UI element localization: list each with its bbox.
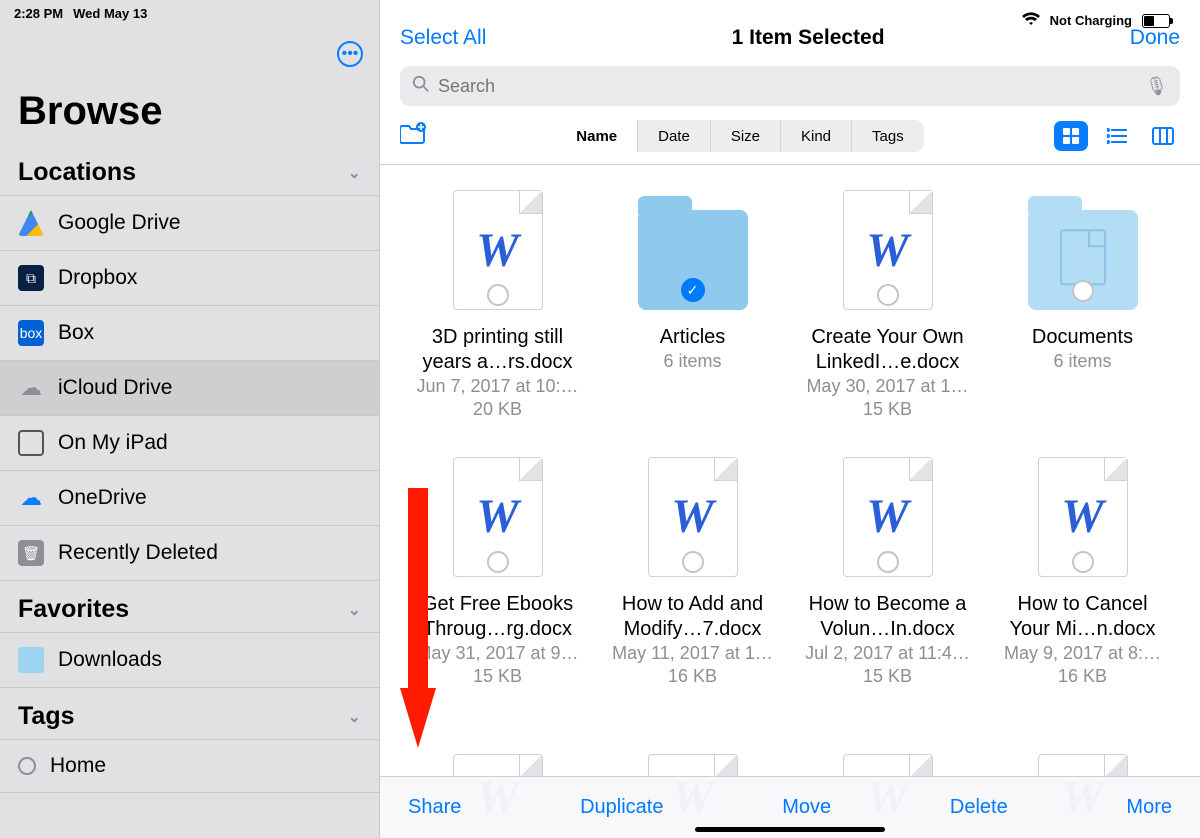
cloud-download-icon: ☁︎ — [524, 195, 540, 215]
trash-icon: 🗑 — [18, 540, 44, 566]
file-item[interactable]: W☁︎ How to Become a Volun…In.docx Jul 2,… — [800, 452, 975, 689]
more-button[interactable]: More — [1126, 796, 1172, 819]
sort-date[interactable]: Date — [638, 120, 711, 152]
home-indicator[interactable] — [695, 827, 885, 832]
sort-tags[interactable]: Tags — [852, 120, 924, 152]
folder-icon: ✓ — [638, 210, 748, 310]
icloud-icon: ☁︎ — [18, 375, 44, 401]
file-item[interactable]: W☁︎ 3D printing still years a…rs.docx Ju… — [410, 185, 585, 422]
column-view-button[interactable] — [1146, 121, 1180, 151]
word-doc-icon: W — [1061, 489, 1104, 544]
browse-title: Browse — [0, 71, 379, 158]
word-doc-icon: W — [866, 489, 909, 544]
sidebar-item-dropbox[interactable]: ⧉ Dropbox — [0, 251, 379, 306]
folder-icon — [1028, 210, 1138, 310]
search-input[interactable] — [438, 76, 1145, 97]
status-date: Wed May 13 — [73, 6, 147, 21]
file-item[interactable]: W☁︎ How to Cancel Your Mi…n.docx May 9, … — [995, 452, 1170, 689]
document-ghost-icon — [1060, 229, 1106, 285]
chevron-down-icon: ⌄ — [348, 600, 361, 620]
search-bar[interactable]: 🎙 — [400, 66, 1180, 106]
sort-name[interactable]: Name — [556, 120, 638, 152]
main-panel: Not Charging Select All 1 Item Selected … — [380, 0, 1200, 838]
word-doc-icon: W — [476, 489, 519, 544]
delete-button[interactable]: Delete — [950, 796, 1008, 819]
sidebar-item-onedrive[interactable]: ☁ OneDrive — [0, 471, 379, 526]
cloud-download-icon: ☁︎ — [1109, 757, 1125, 777]
word-doc-icon: W — [671, 489, 714, 544]
selection-circle[interactable] — [1072, 551, 1094, 573]
checkmark-icon: ✓ — [681, 278, 705, 302]
search-icon — [412, 75, 430, 98]
tag-circle-icon — [18, 757, 36, 775]
locations-header[interactable]: Locations ⌄ — [0, 158, 379, 196]
cloud-download-icon: ☁︎ — [524, 462, 540, 482]
selection-circle[interactable] — [487, 284, 509, 306]
file-item[interactable]: W Create Your Own LinkedI…e.docx May 30,… — [800, 185, 975, 422]
selection-circle[interactable] — [682, 551, 704, 573]
cloud-download-icon: ☁︎ — [914, 462, 930, 482]
share-button[interactable]: Share — [408, 796, 461, 819]
downloads-folder-icon — [18, 647, 44, 673]
duplicate-button[interactable]: Duplicate — [580, 796, 663, 819]
file-item[interactable]: W☁︎ How to Add and Modify…7.docx May 11,… — [605, 452, 780, 689]
sidebar-item-google-drive[interactable]: Google Drive — [0, 196, 379, 251]
box-icon: box — [18, 320, 44, 346]
mic-icon[interactable]: 🎙 — [1145, 76, 1168, 97]
cloud-download-icon: ☁︎ — [914, 757, 930, 777]
sidebar-item-box[interactable]: box Box — [0, 306, 379, 361]
chevron-down-icon: ⌄ — [348, 163, 361, 183]
gdrive-icon — [18, 210, 44, 236]
select-all-button[interactable]: Select All — [400, 26, 486, 50]
file-item[interactable]: W☁︎ Get Free Ebooks Throug…rg.docx May 3… — [410, 452, 585, 689]
onedrive-icon: ☁ — [18, 485, 44, 511]
status-time: 2:28 PM — [14, 6, 63, 21]
new-folder-button[interactable] — [400, 122, 426, 150]
sort-size[interactable]: Size — [711, 120, 781, 152]
file-grid: W☁︎ 3D printing still years a…rs.docx Ju… — [380, 165, 1200, 838]
sidebar-item-downloads[interactable]: Downloads — [0, 633, 379, 688]
tool-row: Name Date Size Kind Tags — [380, 106, 1200, 165]
selection-circle[interactable] — [877, 551, 899, 573]
dropbox-icon: ⧉ — [18, 265, 44, 291]
sidebar-item-recently-deleted[interactable]: 🗑 Recently Deleted — [0, 526, 379, 581]
word-doc-icon: W — [476, 223, 519, 278]
move-button[interactable]: Move — [782, 796, 831, 819]
action-toolbar: Share Duplicate Move Delete More — [380, 776, 1200, 838]
sort-segmented[interactable]: Name Date Size Kind Tags — [556, 120, 923, 152]
cloud-download-icon: ☁︎ — [524, 757, 540, 777]
folder-item-articles[interactable]: ✓ Articles 6 items — [605, 185, 780, 422]
more-options-button[interactable]: ••• — [337, 41, 363, 67]
sidebar-item-tag-home[interactable]: Home — [0, 740, 379, 793]
favorites-header[interactable]: Favorites ⌄ — [0, 595, 379, 633]
sidebar-item-on-my-ipad[interactable]: On My iPad — [0, 416, 379, 471]
sidebar: 2:28 PM Wed May 13 ••• Browse Locations … — [0, 0, 380, 838]
selection-circle[interactable] — [487, 551, 509, 573]
selection-circle[interactable] — [1072, 280, 1094, 302]
folder-item-documents[interactable]: Documents 6 items — [995, 185, 1170, 422]
chevron-down-icon: ⌄ — [348, 707, 361, 727]
tags-header[interactable]: Tags ⌄ — [0, 702, 379, 740]
view-controls — [1054, 121, 1180, 151]
selection-circle[interactable] — [877, 284, 899, 306]
ipad-icon — [18, 430, 44, 456]
locations-list: Google Drive ⧉ Dropbox box Box ☁︎ iCloud… — [0, 196, 379, 581]
wifi-icon — [1022, 12, 1040, 29]
cloud-download-icon: ☁︎ — [719, 757, 735, 777]
cloud-download-icon: ☁︎ — [719, 462, 735, 482]
word-doc-icon: W — [866, 223, 909, 278]
battery-icon — [1142, 14, 1170, 28]
grid-view-button[interactable] — [1054, 121, 1088, 151]
status-bar: 2:28 PM Wed May 13 — [0, 0, 379, 31]
selection-count: 1 Item Selected — [732, 26, 885, 50]
cloud-download-icon: ☁︎ — [1109, 462, 1125, 482]
charging-label: Not Charging — [1050, 13, 1132, 28]
sort-kind[interactable]: Kind — [781, 120, 852, 152]
sidebar-item-icloud-drive[interactable]: ☁︎ iCloud Drive — [0, 361, 379, 416]
list-view-button[interactable] — [1100, 121, 1134, 151]
status-right: Not Charging — [1008, 6, 1184, 39]
